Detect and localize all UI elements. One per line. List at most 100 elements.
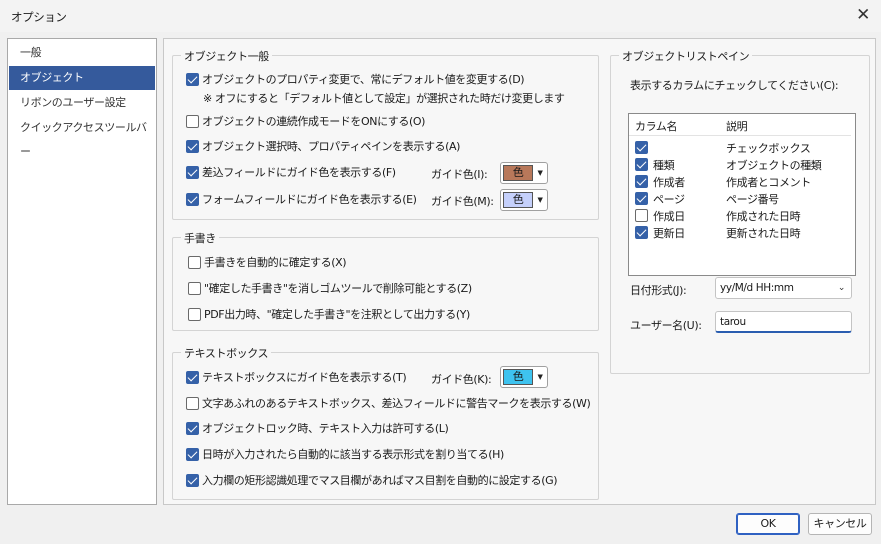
sidebar-item-general[interactable]: 一般 <box>9 41 155 65</box>
property-pane-option[interactable]: オブジェクト選択時、プロパティペインを表示する(A) <box>186 138 460 154</box>
list-item[interactable]: 種類 オブジェクトの種類 <box>629 156 851 173</box>
checkbox[interactable] <box>186 139 199 153</box>
color-swatch: 色 <box>503 192 533 208</box>
column-description: 作成者とコメント <box>726 176 811 189</box>
checkbox[interactable] <box>186 370 199 384</box>
date-format-option[interactable]: 日時が入力されたら自動的に該当する表示形式を割り当てる(H) <box>186 446 504 462</box>
list-item[interactable]: ページ ページ番号 <box>629 190 851 207</box>
description-header[interactable]: 説明 <box>726 118 748 134</box>
continuous-mode-option[interactable]: オブジェクトの連続作成モードをONにする(O) <box>186 113 425 129</box>
option-label: PDF出力時、"確定した手書き"を注釈として出力する(Y) <box>204 308 470 321</box>
group-legend: オブジェクト一般 <box>181 48 272 64</box>
checkbox[interactable] <box>186 396 199 410</box>
textbox-guide-option[interactable]: テキストボックスにガイド色を表示する(T) <box>186 369 407 385</box>
option-label: 手書きを自動的に確定する(X) <box>204 256 347 269</box>
eraser-delete-option[interactable]: "確定した手書き"を消しゴムツールで削除可能とする(Z) <box>188 280 472 296</box>
option-label: フォームフィールドにガイド色を表示する(E) <box>202 193 417 206</box>
color-swatch: 色 <box>503 369 533 385</box>
column-name: 更新日 <box>653 227 685 240</box>
sidebar: 一般 オブジェクト リボンのユーザー設定 クイックアクセスツールバー <box>7 38 157 505</box>
dropdown-arrow-icon: ▼ <box>537 196 543 204</box>
column-description: 更新された日時 <box>726 227 801 240</box>
cancel-button[interactable]: キャンセル <box>808 513 872 535</box>
column-name: 作成者 <box>653 176 685 189</box>
column-description: チェックボックス <box>726 142 811 155</box>
dropdown-arrow-icon: ▼ <box>537 373 543 381</box>
option-note: ※ オフにすると「デフォルト値として設定」が選択された時だけ変更します <box>203 92 565 105</box>
option-label: オブジェクトのプロパティ変更で、常にデフォルト値を変更する(D) <box>202 73 525 86</box>
checkbox[interactable] <box>635 226 648 239</box>
option-label: "確定した手書き"を消しゴムツールで削除可能とする(Z) <box>204 282 472 295</box>
option-label: オブジェクトロック時、テキスト入力は許可する(L) <box>202 422 449 435</box>
checkbox[interactable] <box>186 72 199 86</box>
guide-color-label: ガイド色(K): <box>431 373 492 386</box>
checkbox[interactable] <box>186 165 199 179</box>
column-name-header[interactable]: カラム名 <box>635 118 677 134</box>
checkbox[interactable] <box>188 255 201 269</box>
column-list[interactable]: カラム名 説明 チェックボックス 種類 オブジェクトの種類 作成者 作成者とコメ… <box>628 113 856 276</box>
option-label: 差込フィールドにガイド色を表示する(F) <box>202 166 396 179</box>
checkbox[interactable] <box>186 192 199 206</box>
option-label: 文字あふれのあるテキストボックス、差込フィールドに警告マークを表示する(W) <box>202 397 591 410</box>
column-name: 作成日 <box>653 210 685 223</box>
option-label: オブジェクトの連続作成モードをONにする(O) <box>202 115 426 128</box>
checkbox[interactable] <box>186 473 199 487</box>
lock-input-option[interactable]: オブジェクトロック時、テキスト入力は許可する(L) <box>186 420 449 436</box>
date-format-select[interactable]: yy/M/d HH:mm ⌄ <box>715 277 852 299</box>
checkbox[interactable] <box>186 421 199 435</box>
date-format-value: yy/M/d HH:mm <box>720 282 794 294</box>
column-description: ページ番号 <box>726 193 779 206</box>
merge-field-color-button[interactable]: 色 ▼ <box>500 162 548 184</box>
checkbox[interactable] <box>635 175 648 188</box>
default-value-option[interactable]: オブジェクトのプロパティ変更で、常にデフォルト値を変更する(D) <box>186 71 525 87</box>
user-name-value: tarou <box>720 316 746 328</box>
checkbox[interactable] <box>186 447 199 461</box>
guide-color-label: ガイド色(M): <box>431 195 494 208</box>
column-description: オブジェクトの種類 <box>726 159 822 172</box>
checkbox[interactable] <box>188 307 201 321</box>
list-item[interactable]: 作成日 作成された日時 <box>629 207 851 224</box>
color-swatch: 色 <box>503 165 533 181</box>
group-legend: オブジェクトリストペイン <box>619 48 753 64</box>
checkbox[interactable] <box>186 114 199 128</box>
overflow-warning-option[interactable]: 文字あふれのあるテキストボックス、差込フィールドに警告マークを表示する(W) <box>186 395 591 411</box>
pdf-annotation-option[interactable]: PDF出力時、"確定した手書き"を注釈として出力する(Y) <box>188 306 470 322</box>
option-label: 日時が入力されたら自動的に該当する表示形式を割り当てる(H) <box>202 448 504 461</box>
window-title: オプション <box>11 10 67 24</box>
option-label: 入力欄の矩形認識処理でマス目欄があればマス目割を自動的に設定する(G) <box>202 474 558 487</box>
object-general-group: オブジェクト一般 オブジェクトのプロパティ変更で、常にデフォルト値を変更する(D… <box>172 48 599 220</box>
textbox-color-button[interactable]: 色 ▼ <box>500 366 548 388</box>
user-name-label: ユーザー名(U): <box>630 319 702 332</box>
guide-color-label: ガイド色(I): <box>431 168 488 181</box>
sidebar-item-ribbon[interactable]: リボンのユーザー設定 <box>9 91 155 115</box>
dropdown-arrow-icon: ▼ <box>537 169 543 177</box>
checkbox[interactable] <box>635 158 648 171</box>
group-legend: 手書き <box>181 230 219 246</box>
checkbox[interactable] <box>635 209 648 222</box>
checkbox[interactable] <box>635 192 648 205</box>
chevron-down-icon: ⌄ <box>837 283 846 293</box>
settings-panel: オブジェクト一般 オブジェクトのプロパティ変更で、常にデフォルト値を変更する(D… <box>163 38 876 505</box>
close-icon[interactable]: ✕ <box>851 4 875 28</box>
grid-detect-option[interactable]: 入力欄の矩形認識処理でマス目欄があればマス目割を自動的に設定する(G) <box>186 472 558 488</box>
list-item[interactable]: 更新日 更新された日時 <box>629 224 851 241</box>
checkbox[interactable] <box>635 141 648 154</box>
sidebar-item-quick-access[interactable]: クイックアクセスツールバー <box>9 116 155 158</box>
object-list-pane-group: オブジェクトリストペイン 表示するカラムにチェックしてください(C): カラム名… <box>610 48 870 374</box>
merge-field-guide-option[interactable]: 差込フィールドにガイド色を表示する(F) <box>186 164 396 180</box>
option-label: オブジェクト選択時、プロパティペインを表示する(A) <box>202 140 461 153</box>
handwriting-group: 手書き 手書きを自動的に確定する(X) "確定した手書き"を消しゴムツールで削除… <box>172 230 599 331</box>
sidebar-item-object[interactable]: オブジェクト <box>9 66 155 90</box>
textbox-group: テキストボックス テキストボックスにガイド色を表示する(T) ガイド色(K): … <box>172 345 599 500</box>
date-format-label: 日付形式(J): <box>630 284 687 297</box>
checkbox[interactable] <box>188 281 201 295</box>
column-name: ページ <box>653 193 685 206</box>
list-item[interactable]: チェックボックス <box>629 139 851 156</box>
form-field-guide-option[interactable]: フォームフィールドにガイド色を表示する(E) <box>186 191 417 207</box>
user-name-input[interactable]: tarou <box>715 311 852 333</box>
list-item[interactable]: 作成者 作成者とコメント <box>629 173 851 190</box>
column-name: 種類 <box>653 159 675 172</box>
ok-button[interactable]: OK <box>736 513 800 535</box>
auto-confirm-option[interactable]: 手書きを自動的に確定する(X) <box>188 254 347 270</box>
form-field-color-button[interactable]: 色 ▼ <box>500 189 548 211</box>
